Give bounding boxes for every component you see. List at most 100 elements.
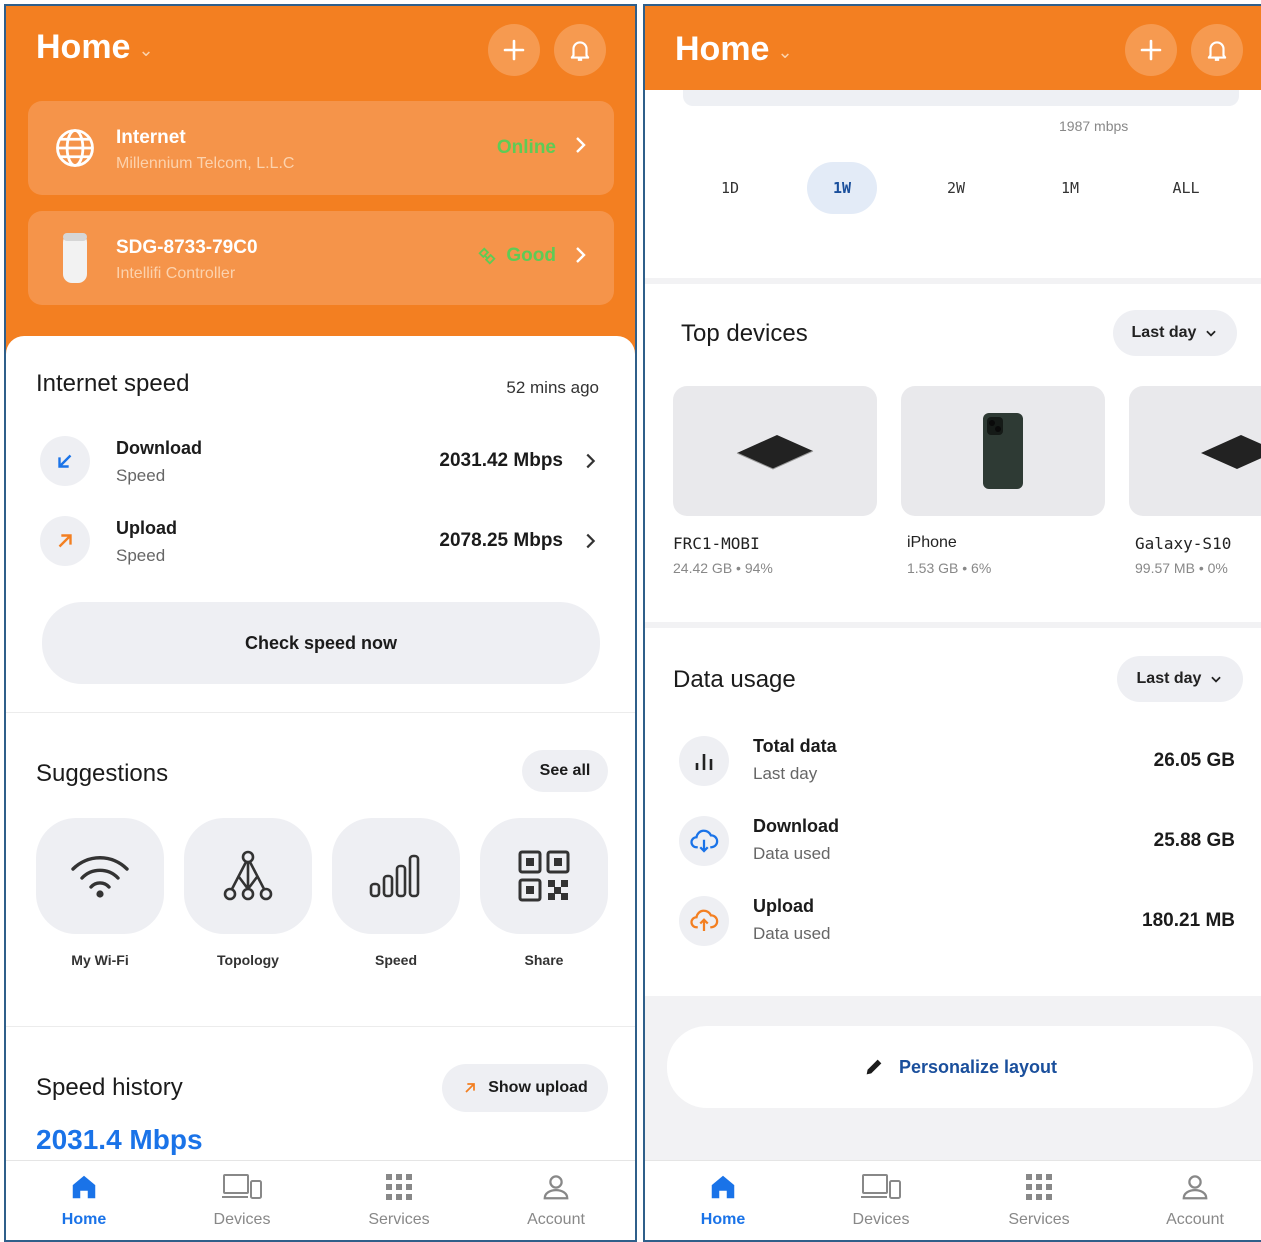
chevron-right-icon xyxy=(586,533,596,549)
home-selector[interactable]: Home ⌄ xyxy=(36,28,154,67)
tab-label: Devices xyxy=(213,1211,271,1228)
qr-code-icon xyxy=(518,850,570,902)
tab-devices[interactable]: Devices xyxy=(182,1169,302,1229)
suggestion-topology[interactable] xyxy=(184,818,312,934)
notifications-button[interactable] xyxy=(554,24,606,76)
upload-value: 2078.25 Mbps xyxy=(439,530,563,551)
bottom-tab-bar: Home Devices Services Account xyxy=(645,1160,1261,1240)
user-icon xyxy=(1182,1175,1208,1200)
upload-sub: Speed xyxy=(116,546,166,565)
upload-data-value: 180.21 MB xyxy=(1142,910,1235,931)
speed-history-title: Speed history xyxy=(36,1074,183,1101)
download-arrow-icon xyxy=(40,436,90,486)
chevron-down-icon xyxy=(1211,676,1222,683)
tab-label: Account xyxy=(1166,1211,1224,1228)
device-name: FRC1-MOBI xyxy=(673,534,760,553)
download-data-label: Download xyxy=(753,816,839,836)
suggestion-label: Speed xyxy=(374,952,417,968)
tab-services[interactable]: Services xyxy=(339,1169,459,1229)
upload-arrow-icon xyxy=(40,516,90,566)
bottom-tab-bar: Home Devices Services Account xyxy=(6,1160,635,1240)
tab-label: Devices xyxy=(852,1211,910,1228)
device-card-iphone[interactable] xyxy=(901,386,1105,516)
tab-label: Home xyxy=(700,1211,746,1228)
chevron-right-icon xyxy=(576,247,586,263)
home-screen-right: 1987 mbps 1D 1W 2W 1M ALL Home ⌄ Top dev… xyxy=(643,4,1261,1242)
suggestion-label: Share xyxy=(524,952,564,968)
download-sub: Speed xyxy=(116,466,166,485)
download-value: 2031.42 Mbps xyxy=(439,450,563,471)
check-speed-button[interactable]: Check speed now xyxy=(42,602,600,684)
tab-home[interactable]: Home xyxy=(24,1169,144,1229)
show-upload-button[interactable]: Show upload xyxy=(442,1064,608,1112)
router-icon xyxy=(63,233,87,283)
tablet-icon xyxy=(1201,435,1261,469)
upload-arrow-icon xyxy=(465,1083,476,1093)
suggestion-share[interactable] xyxy=(480,818,608,934)
pencil-icon xyxy=(866,1059,882,1075)
plus-icon xyxy=(503,39,525,61)
range-2w[interactable]: 2W xyxy=(921,162,991,214)
data-usage-filter[interactable]: Last day xyxy=(1117,656,1243,702)
device-card-galaxy-s10[interactable] xyxy=(1129,386,1261,516)
range-all[interactable]: ALL xyxy=(1151,162,1221,214)
wifi-icon xyxy=(71,856,129,898)
router-name: SDG-8733-79C0 xyxy=(116,237,258,258)
chevron-down-icon: ⌄ xyxy=(138,40,154,60)
page-title: Home xyxy=(36,28,131,66)
signal-bars-icon xyxy=(369,854,420,898)
grid-icon xyxy=(386,1174,412,1200)
top-devices-filter[interactable]: Last day xyxy=(1113,310,1237,356)
device-name: Galaxy-S10 xyxy=(1135,534,1232,553)
home-icon xyxy=(711,1175,735,1199)
chevron-right-icon xyxy=(576,137,586,153)
total-data-sub: Last day xyxy=(753,764,818,783)
devices-icon xyxy=(222,1174,262,1199)
bar-chart-icon xyxy=(679,736,729,786)
grid-icon xyxy=(1026,1174,1052,1200)
tab-devices[interactable]: Devices xyxy=(821,1169,941,1229)
range-1d[interactable]: 1D xyxy=(695,162,765,214)
topology-icon xyxy=(223,850,273,901)
home-screen-left: Home ⌄ Internet Millennium Telcom, L.L.C… xyxy=(4,4,637,1242)
filter-label: Last day xyxy=(1131,324,1197,341)
download-data-value: 25.88 GB xyxy=(1153,830,1235,851)
internet-status-card[interactable]: Internet Millennium Telcom, L.L.C Online xyxy=(28,101,614,195)
bell-icon xyxy=(570,41,590,61)
tab-services[interactable]: Services xyxy=(979,1169,1099,1229)
tab-home[interactable]: Home xyxy=(663,1169,783,1229)
suggestions-title: Suggestions xyxy=(36,760,169,787)
speed-history-value: 2031.4 Mbps xyxy=(36,1124,203,1155)
range-1w[interactable]: 1W xyxy=(807,162,877,214)
device-name: iPhone xyxy=(907,534,957,551)
suggestion-my-wifi[interactable] xyxy=(36,818,164,934)
chevron-right-icon xyxy=(586,453,596,469)
see-all-button[interactable]: See all xyxy=(522,750,608,792)
divider xyxy=(6,1026,635,1027)
globe-icon xyxy=(56,129,94,167)
notifications-button[interactable] xyxy=(1191,24,1243,76)
bell-icon xyxy=(1207,41,1227,61)
add-button[interactable] xyxy=(1125,24,1177,76)
internet-speed-title: Internet speed xyxy=(36,370,190,397)
device-usage: 99.57 MB • 0% xyxy=(1135,560,1228,576)
range-1m[interactable]: 1M xyxy=(1035,162,1105,214)
router-model: Intellifi Controller xyxy=(116,265,236,282)
home-selector[interactable]: Home ⌄ xyxy=(675,30,793,69)
router-status-card[interactable]: SDG-8733-79C0 Intellifi Controller Good xyxy=(28,211,614,305)
add-button[interactable] xyxy=(488,24,540,76)
download-data-sub: Data used xyxy=(753,844,831,863)
divider xyxy=(6,712,635,713)
devices-icon xyxy=(861,1174,901,1199)
provider-name: Millennium Telcom, L.L.C xyxy=(116,155,295,172)
tab-account[interactable]: Account xyxy=(1135,1169,1255,1229)
tab-label: Home xyxy=(61,1211,107,1228)
suggestion-speed[interactable] xyxy=(332,818,460,934)
chevron-down-icon: ⌄ xyxy=(777,42,793,62)
satellite-icon xyxy=(478,247,497,265)
device-card-frc1-mobi[interactable] xyxy=(673,386,877,516)
router-status: Good xyxy=(476,245,556,267)
tab-account[interactable]: Account xyxy=(496,1169,616,1229)
internet-label: Internet xyxy=(116,127,186,148)
personalize-layout-button[interactable]: Personalize layout xyxy=(667,1026,1253,1108)
